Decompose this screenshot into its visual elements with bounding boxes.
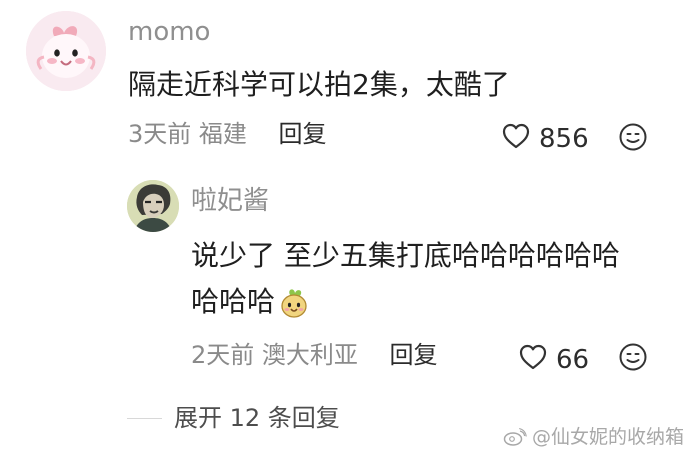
comment-like-button[interactable]: 856 (501, 122, 589, 155)
reply-text-line-2-container: 哈哈哈 (191, 281, 309, 323)
watermark-text: @仙女妮的收纳箱 (531, 425, 684, 448)
reply-like-button[interactable]: 66 (518, 343, 589, 376)
heart-outline-icon (518, 343, 548, 376)
reply-username[interactable]: 啦妃酱 (191, 188, 269, 214)
reply-emoji-button[interactable] (618, 342, 648, 372)
watermark: @仙女妮的收纳箱 (503, 427, 684, 447)
comment-meta: 3天前 福建 回复 (128, 122, 327, 146)
smiley-icon (619, 343, 647, 371)
smiley-icon (619, 123, 647, 151)
heart-outline-icon (501, 122, 531, 155)
reply-meta: 2天前 澳大利亚 回复 (191, 343, 438, 367)
reply-like-count: 66 (556, 344, 590, 375)
reply-text-line-2: 哈哈哈 (191, 285, 276, 318)
cute-sticker-emoji (279, 286, 309, 320)
expand-divider-line (127, 417, 162, 419)
user-avatar[interactable] (26, 11, 106, 91)
comment-reply-button[interactable]: 回复 (279, 120, 327, 148)
comment-username[interactable]: momo (128, 19, 210, 45)
comment-like-count: 856 (539, 123, 589, 154)
comment-time-location: 3天前 福建 (128, 120, 247, 148)
expand-replies-label: 展开 12 条回复 (174, 404, 340, 432)
reply-avatar-illustration (127, 180, 179, 232)
reply-text-line-1: 说少了 至少五集打底哈哈哈哈哈哈 (191, 239, 620, 272)
comment-text: 隔走近科学可以拍2集，太酷了 (128, 68, 510, 101)
expand-replies-button[interactable]: 展开 12 条回复 (127, 406, 340, 430)
reply-user-avatar[interactable] (127, 180, 179, 232)
comment-emoji-button[interactable] (618, 122, 648, 152)
avatar-illustration (26, 11, 106, 91)
weibo-logo-icon (503, 427, 527, 446)
comment-thread: momo 隔走近科学可以拍2集，太酷了 3天前 福建 回复 856 啦妃酱 说少… (0, 0, 690, 454)
reply-reply-button[interactable]: 回复 (390, 341, 438, 369)
reply-time-location: 2天前 澳大利亚 (191, 341, 358, 369)
